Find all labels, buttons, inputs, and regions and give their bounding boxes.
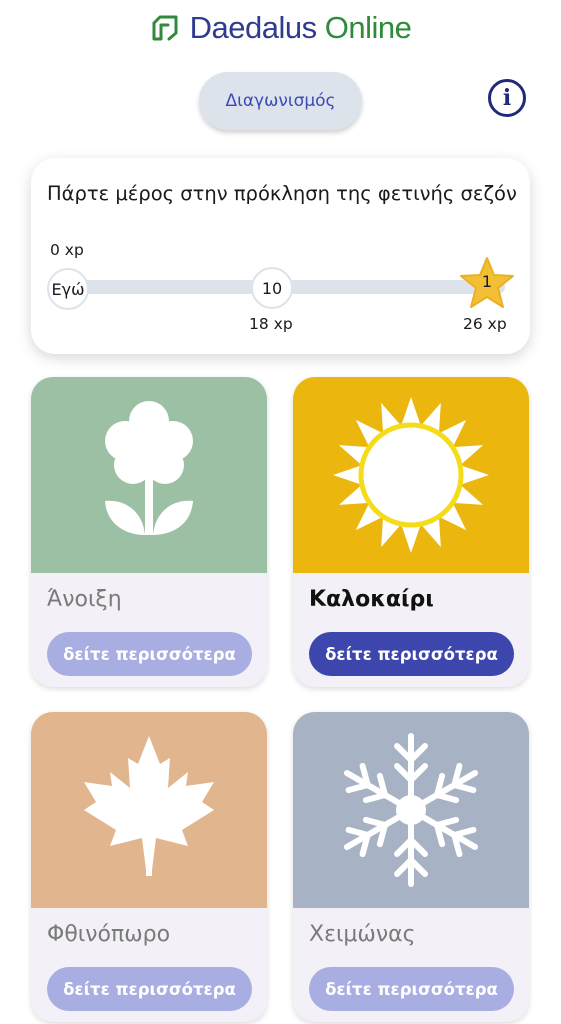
rank-10-marker: 10: [251, 267, 293, 309]
season-title-summer: Καλοκαίρι: [309, 587, 434, 612]
season-title-spring: Άνοιξη: [47, 587, 122, 612]
maple-leaf-icon: [84, 736, 214, 876]
challenge-title: Πάρτε μέρος στην πρόκληση της φετινής σε…: [47, 182, 517, 205]
see-more-button-autumn[interactable]: δείτε περισσότερα: [47, 967, 252, 1011]
see-more-button-summer[interactable]: δείτε περισσότερα: [309, 632, 514, 676]
see-more-button-spring[interactable]: δείτε περισσότερα: [47, 632, 252, 676]
rank-1-label: 1: [481, 272, 493, 291]
season-card-autumn[interactable]: Φθινόπωρο δείτε περισσότερα: [31, 712, 267, 1022]
info-icon[interactable]: i: [488, 79, 526, 117]
season-title-winter: Χειμώνας: [309, 922, 416, 947]
logo-text-daedalus: Daedalus: [189, 10, 317, 45]
logo-text-online: Online: [324, 10, 412, 45]
season-title-autumn: Φθινόπωρο: [47, 922, 171, 947]
snowflake-arm: [451, 826, 477, 838]
season-card-spring[interactable]: Άνοιξη δείτε περισσότερα: [31, 377, 267, 687]
sun-ray: [401, 526, 421, 553]
snowflake-arm: [362, 792, 389, 804]
start-xp-label: 0 xp: [50, 241, 84, 259]
snowflake-arm: [433, 816, 460, 828]
my-position-marker: Εγώ: [47, 268, 89, 310]
snowflake-icon: [343, 733, 479, 887]
season-card-summer[interactable]: Καλοκαίρι δείτε περισσότερα: [293, 377, 529, 687]
logo-text: Daedalus Online: [190, 10, 412, 46]
winter-art: [293, 712, 529, 908]
sun-ray: [333, 465, 360, 485]
sun-icon: [333, 397, 489, 553]
season-challenge-card: Πάρτε μέρος στην πρόκληση της φετινής σε…: [31, 158, 530, 354]
see-more-button-winter[interactable]: δείτε περισσότερα: [309, 967, 514, 1011]
summer-art: [293, 377, 529, 573]
flower-icon: [105, 401, 193, 535]
app-logo: Daedalus Online: [0, 8, 561, 48]
sun-ray: [462, 465, 489, 485]
logo-icon: [152, 15, 178, 41]
season-card-winter[interactable]: Χειμώνας δείτε περισσότερα: [293, 712, 529, 1022]
contest-button[interactable]: Διαγωνισμός: [199, 72, 362, 130]
autumn-art: [31, 712, 267, 908]
sun-ray: [401, 397, 421, 424]
spring-art: [31, 377, 267, 573]
rank-10-xp: 18 xp: [249, 315, 293, 333]
snowflake-arm: [345, 782, 371, 794]
rank-1-xp: 26 xp: [463, 315, 507, 333]
